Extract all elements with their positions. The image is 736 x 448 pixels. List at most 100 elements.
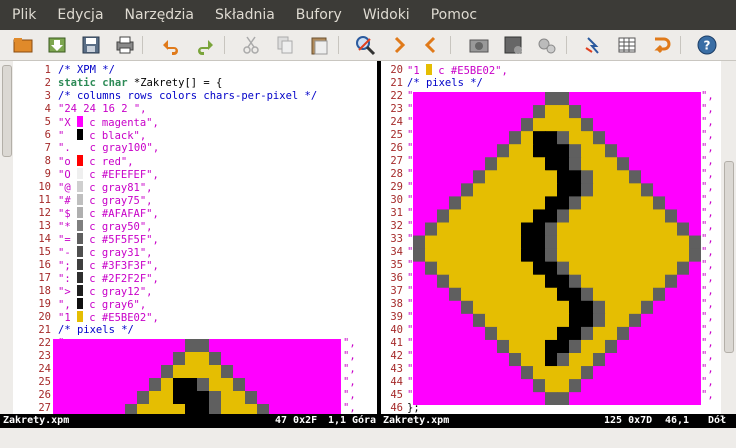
code-line[interactable]: 10 "@ c gray81", [13,181,377,194]
code-line[interactable]: 14 "= c #5F5F5F", [13,233,377,246]
jump-icon[interactable] [650,34,672,56]
code-line[interactable]: 20 "1 c #E5BE02", [13,311,377,324]
row-terminator: ", [701,168,714,180]
toolbar-separator [450,36,451,54]
line-number: 29 [390,181,403,193]
line-number: 44 [390,376,403,388]
code-line[interactable]: 6 " c black", [13,129,377,142]
left-scrollbar[interactable] [0,61,13,414]
line-number: 7 [44,142,51,154]
line-number: 9 [44,168,51,180]
code-text: " c black", [58,129,147,142]
save-download-icon[interactable] [46,34,68,56]
menu-widoki[interactable]: Widoki [351,0,419,30]
code-text: "o c red", [58,155,134,168]
undo-icon[interactable] [160,34,182,56]
left-scroll-thumb[interactable] [2,65,12,157]
line-number: 34 [390,246,403,258]
line-number: 23 [38,350,51,362]
code-text: "X c magenta", [58,116,159,129]
right-pixel-art [413,92,701,406]
row-terminator: ", [701,116,714,128]
code-line[interactable]: 16 "; c #3F3F3F", [13,259,377,272]
find-icon[interactable] [354,34,376,56]
line-number: 25 [38,376,51,388]
line-number: 21 [390,77,403,89]
right-scroll-thumb[interactable] [724,161,734,353]
left-scroll-position: Góra [352,415,377,426]
code-line[interactable]: 5 "X c magenta", [13,116,377,129]
tags-icon[interactable] [616,34,638,56]
code-line[interactable]: 15 "- c gray31", [13,246,377,259]
row-terminator: ", [701,233,714,245]
code-line[interactable]: 20 "1 c #E5BE02", [381,64,721,77]
menu-bufory[interactable]: Bufory [284,0,351,30]
code-text: "- c gray31", [58,246,153,259]
code-line[interactable]: 7 ". c gray100", [13,142,377,155]
line-number: 22 [38,337,51,349]
cut-icon[interactable] [240,34,262,56]
code-text: "1 c #E5BE02", [407,64,508,77]
save-icon[interactable] [80,34,102,56]
command-line[interactable] [0,428,736,448]
code-line[interactable]: 21 /* pixels */ [13,324,377,337]
code-line[interactable]: 12 "$ c #AFAFAF", [13,207,377,220]
copy-icon[interactable] [274,34,296,56]
line-number: 31 [390,207,403,219]
code-text: "@ c gray81", [58,181,153,194]
save-session-icon[interactable] [502,34,524,56]
code-line[interactable]: 13 "* c gray50", [13,220,377,233]
line-number: 3 [44,90,51,102]
right-editor-pane[interactable]: 20 "1 c #E5BE02", 21/* pixels */22 " ", 23 " ",… [381,61,721,414]
right-scrollbar[interactable] [721,61,736,414]
row-terminator: ", [701,194,714,206]
toolbar-separator [338,36,339,54]
line-number: 27 [38,402,51,414]
redo-icon[interactable] [194,34,216,56]
code-line[interactable]: 2 static char *Zakrety[] = { [13,77,377,90]
row-terminator: ", [701,285,714,297]
print-icon[interactable] [114,34,136,56]
line-number: 22 [390,90,403,102]
code-line[interactable]: 21 /* pixels */ [381,77,721,90]
row-terminator: ", [701,103,714,115]
row-terminator: ", [701,90,714,102]
line-number: 30 [390,194,403,206]
code-line[interactable]: 8 "o c red", [13,155,377,168]
code-line[interactable]: 4 "24 24 16 2 ", [13,103,377,116]
code-text: "= c #5F5F5F", [58,233,159,246]
find-next-icon[interactable] [388,34,410,56]
left-byte-position: 47 0x2F [275,415,318,426]
code-line[interactable]: 3 /* columns rows colors chars-per-pixel … [13,90,377,103]
paste-icon[interactable] [308,34,330,56]
row-terminator: ", [701,337,714,349]
menu-narzędzia[interactable]: Narzędzia [113,0,203,30]
line-number: 37 [390,285,403,297]
code-line[interactable]: 18 "> c gray12", [13,285,377,298]
run-script-icon[interactable] [536,34,558,56]
help-icon[interactable]: ? [696,34,718,56]
code-line[interactable]: 1 /* XPM */ [13,64,377,77]
code-text: ". c gray100", [58,142,160,154]
find-prev-icon[interactable] [420,34,442,56]
row-terminator: ", [701,181,714,193]
line-number: 8 [44,155,51,167]
code-line[interactable]: 11 "# c gray75", [13,194,377,207]
code-text: "24 24 16 2 ", [58,103,147,115]
menu-składnia[interactable]: Składnia [203,0,284,30]
make-icon[interactable] [582,34,604,56]
line-number: 20 [390,64,403,76]
code-line[interactable]: 19 ", c gray6", [13,298,377,311]
open-icon[interactable] [12,34,34,56]
left-editor-pane[interactable]: 1 /* XPM */ 2 static char *Zakrety[] = {3 /*… [13,61,377,414]
line-number: 16 [38,259,51,271]
menu-pomoc[interactable]: Pomoc [419,0,486,30]
row-terminator: ", [343,389,356,401]
load-session-icon[interactable] [468,34,490,56]
code-line[interactable]: 9 "O c #EFEFEF", [13,168,377,181]
menu-plik[interactable]: Plik [0,0,45,30]
right-file-name: Zakrety.xpm [383,415,450,426]
code-line[interactable]: 17 ": c #2F2F2F", [13,272,377,285]
menu-edycja[interactable]: Edycja [45,0,112,30]
line-number: 45 [390,389,403,401]
